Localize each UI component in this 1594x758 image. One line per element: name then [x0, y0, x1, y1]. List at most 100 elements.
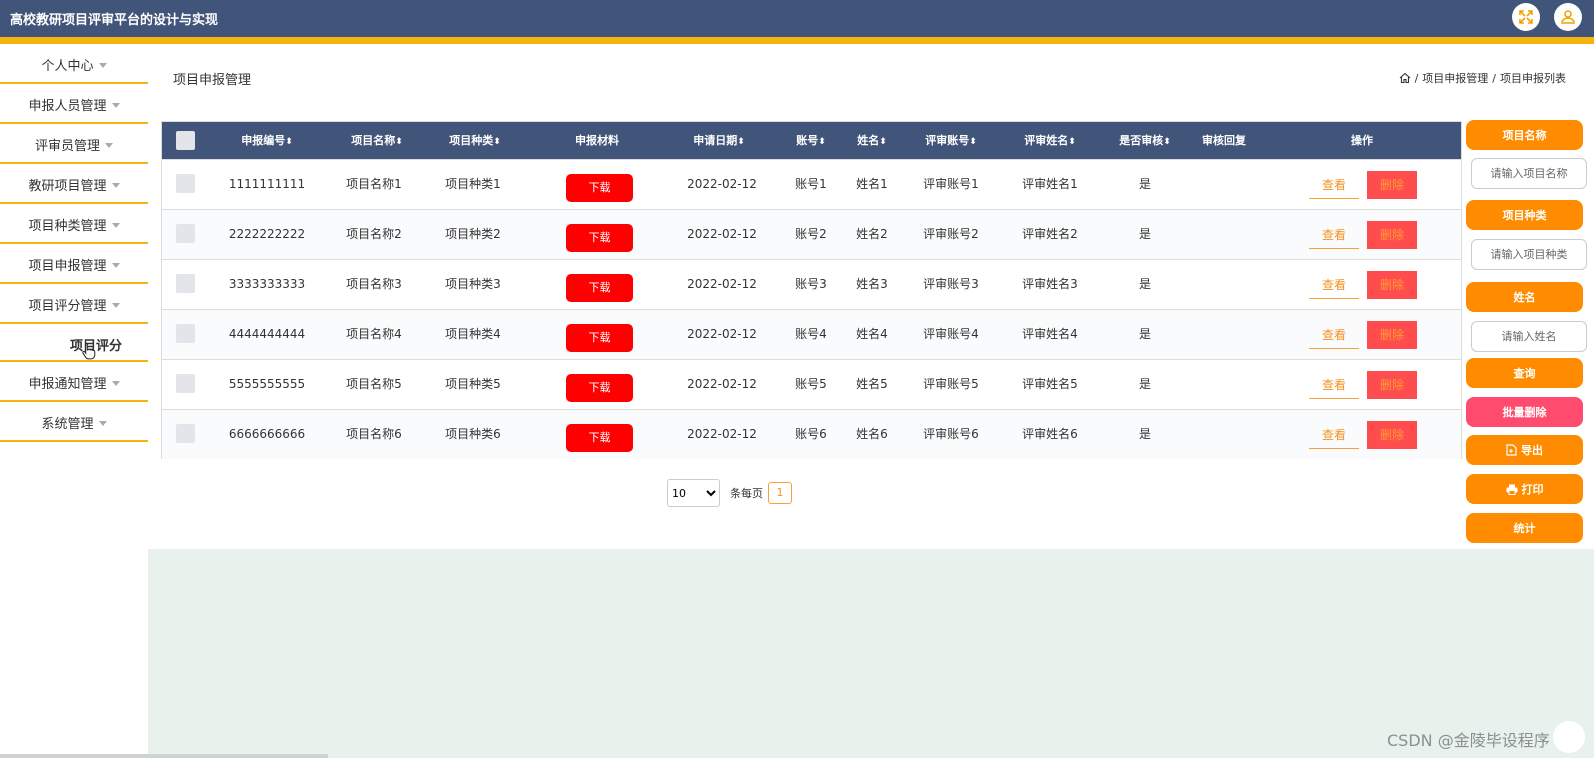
export-button[interactable]: 导出: [1466, 435, 1583, 465]
cell-rev-name: 评审姓名6: [1022, 427, 1078, 441]
chevron-down-icon: [111, 182, 120, 188]
download-button[interactable]: 下载: [566, 324, 633, 352]
cell-name: 项目名称4: [346, 327, 402, 341]
cell-rev-account: 评审账号3: [923, 277, 979, 291]
back-to-top-icon[interactable]: [1553, 721, 1585, 753]
chevron-down-icon: [111, 262, 120, 268]
sidebar-item-kind-mgmt[interactable]: 项目种类管理: [0, 206, 148, 244]
delete-button[interactable]: 删除: [1367, 371, 1417, 399]
person-name-input[interactable]: [1471, 321, 1587, 352]
column-header-name[interactable]: 项目名称⬍: [351, 122, 403, 159]
row-checkbox[interactable]: [176, 274, 195, 293]
stats-button[interactable]: 统计: [1466, 513, 1583, 543]
cell-account: 账号3: [795, 277, 827, 291]
user-icon[interactable]: [1554, 3, 1582, 31]
download-button[interactable]: 下载: [566, 174, 633, 202]
column-header-label: 账号: [796, 134, 819, 147]
horizontal-scrollbar[interactable]: [0, 754, 328, 758]
column-header-material: 申报材料: [575, 122, 619, 159]
content-footer-area: [148, 549, 1594, 758]
sidebar-item-application-mgmt[interactable]: 项目申报管理: [0, 246, 148, 284]
cell-code: 6666666666: [228, 427, 306, 441]
page-size-select[interactable]: 10: [667, 479, 720, 507]
fullscreen-icon[interactable]: [1512, 3, 1540, 31]
print-label: 打印: [1521, 483, 1544, 496]
column-header-code[interactable]: 申报编号⬍: [241, 122, 293, 159]
cell-date: 2022-02-12: [687, 377, 757, 391]
sort-icon[interactable]: ⬍: [737, 137, 745, 147]
view-button[interactable]: 查看: [1309, 221, 1359, 249]
sort-icon[interactable]: ⬍: [818, 137, 826, 147]
view-button[interactable]: 查看: [1309, 271, 1359, 299]
row-checkbox[interactable]: [176, 324, 195, 343]
breadcrumb-item-application-mgmt[interactable]: 项目申报管理: [1422, 70, 1488, 86]
sort-icon[interactable]: ⬍: [395, 137, 403, 147]
sidebar-item-personal-center[interactable]: 个人中心: [0, 46, 148, 84]
cell-account: 账号6: [795, 427, 827, 441]
select-all-checkbox[interactable]: [176, 131, 195, 150]
delete-button[interactable]: 删除: [1367, 171, 1417, 199]
cell-kind: 项目种类6: [445, 427, 501, 441]
sidebar-item-notice-mgmt[interactable]: 申报通知管理: [0, 364, 148, 402]
sort-icon[interactable]: ⬍: [969, 137, 977, 147]
cell-rev-account: 评审账号5: [923, 377, 979, 391]
print-icon: [1506, 484, 1517, 495]
sort-icon[interactable]: ⬍: [285, 137, 293, 147]
delete-button[interactable]: 删除: [1367, 321, 1417, 349]
view-button[interactable]: 查看: [1309, 171, 1359, 199]
row-checkbox[interactable]: [176, 224, 195, 243]
row-checkbox[interactable]: [176, 174, 195, 193]
download-button[interactable]: 下载: [566, 224, 633, 252]
column-header-label: 操作: [1351, 134, 1373, 147]
cell-date: 2022-02-12: [687, 227, 757, 241]
batch-delete-button[interactable]: 批量删除: [1466, 397, 1583, 427]
view-button[interactable]: 查看: [1309, 421, 1359, 449]
cell-person: 姓名5: [856, 377, 888, 391]
column-header-kind[interactable]: 项目种类⬍: [449, 122, 501, 159]
view-button[interactable]: 查看: [1309, 321, 1359, 349]
sidebar-item-project-mgmt[interactable]: 教研项目管理: [0, 166, 148, 204]
column-header-audited[interactable]: 是否审核⬍: [1119, 122, 1171, 159]
cell-date: 2022-02-12: [687, 177, 757, 191]
column-header-rev-account[interactable]: 评审账号⬍: [925, 122, 977, 159]
query-button[interactable]: 查询: [1466, 358, 1583, 388]
column-header-rev-name[interactable]: 评审姓名⬍: [1024, 122, 1076, 159]
delete-button[interactable]: 删除: [1367, 271, 1417, 299]
row-checkbox[interactable]: [176, 374, 195, 393]
column-header-account[interactable]: 账号⬍: [796, 122, 826, 159]
sidebar-item-label: 项目种类管理: [28, 218, 107, 234]
download-button[interactable]: 下载: [566, 374, 633, 402]
delete-button[interactable]: 删除: [1367, 221, 1417, 249]
sidebar-item-reviewer-mgmt[interactable]: 评审员管理: [0, 126, 148, 164]
per-page-label: 条每页: [730, 487, 763, 500]
pagination: 10 条每页 1: [667, 479, 792, 507]
sort-icon[interactable]: ⬍: [1068, 137, 1076, 147]
hand-cursor-icon: [82, 343, 96, 360]
project-name-label: 项目名称: [1466, 120, 1583, 150]
delete-button[interactable]: 删除: [1367, 421, 1417, 449]
table-row: 1111111111 项目名称1 项目种类1 下载 2022-02-12 账号1…: [162, 159, 1461, 209]
sort-icon[interactable]: ⬍: [493, 137, 501, 147]
print-button[interactable]: 打印: [1466, 474, 1583, 504]
sidebar-item-label: 评审员管理: [34, 138, 100, 154]
view-button[interactable]: 查看: [1309, 371, 1359, 399]
page-button[interactable]: 1: [768, 482, 792, 504]
download-button[interactable]: 下载: [566, 424, 633, 452]
sidebar-item-applicant-mgmt[interactable]: 申报人员管理: [0, 86, 148, 124]
sidebar-item-system-mgmt[interactable]: 系统管理: [0, 404, 148, 442]
cell-code: 5555555555: [228, 377, 306, 391]
sidebar-subitem-project-scoring[interactable]: 项目评分: [0, 326, 148, 362]
project-name-input[interactable]: [1471, 158, 1587, 189]
download-button[interactable]: 下载: [566, 274, 633, 302]
cell-rev-account: 评审账号4: [923, 327, 979, 341]
column-header-date[interactable]: 申请日期⬍: [693, 122, 745, 159]
cell-audited: 是: [1138, 177, 1152, 191]
sidebar-item-scoring-mgmt[interactable]: 项目评分管理: [0, 286, 148, 324]
sort-icon[interactable]: ⬍: [1163, 137, 1171, 147]
home-icon[interactable]: [1399, 72, 1411, 84]
column-header-person[interactable]: 姓名⬍: [857, 122, 887, 159]
top-header: 高校教研项目评审平台的设计与实现: [0, 0, 1594, 37]
row-checkbox[interactable]: [176, 424, 195, 443]
project-kind-input[interactable]: [1471, 239, 1587, 270]
sort-icon[interactable]: ⬍: [879, 137, 887, 147]
